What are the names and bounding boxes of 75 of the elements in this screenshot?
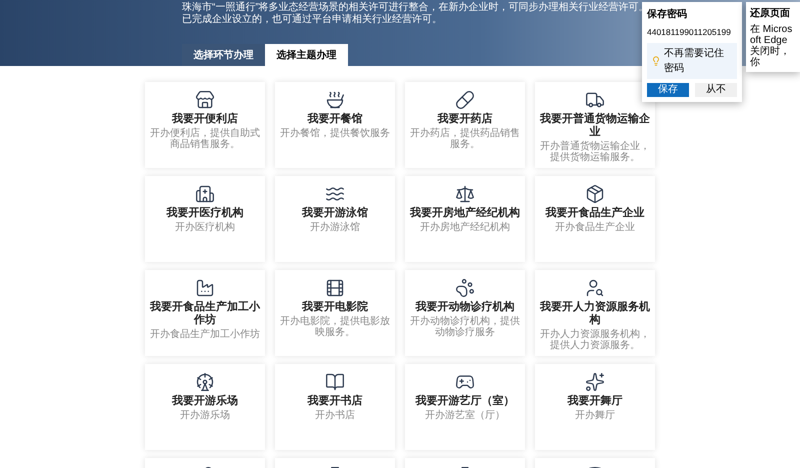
store-icon [195,90,215,110]
ferris-wheel-icon [195,372,215,392]
username-text: 440181199011205199 [647,26,732,39]
service-card[interactable]: 我要开医疗机构 开办医疗机构 [145,176,265,262]
hint-text: 不再需要记住密码 [664,46,725,76]
card-title: 我要开药店 [438,113,492,126]
bowl-icon [325,90,345,110]
popup-button[interactable]: 保存 [647,82,689,97]
popup-title: 还原页面 [750,6,791,21]
pill-icon [455,90,475,110]
card-title: 我要开普通货物运输企业 [539,113,651,139]
card-description: 开办普通货物运输企业，提供货物运输服务。 [539,141,651,163]
card-title: 我要开房地产经纪机构 [410,207,520,220]
card-description: 开办动物诊疗机构，提供动物诊疗服务 [409,316,521,338]
card-title: 我要开餐馆 [308,113,362,126]
card-description: 开办人力资源服务机构，提供人力资源服务。 [539,329,651,351]
card-title: 我要开食品生产企业 [546,207,644,220]
scale-icon [455,184,475,204]
popup-button[interactable]: 从不 [695,82,737,97]
card-description: 开办游泳馆 [310,222,360,233]
card-title: 我要开医疗机构 [166,207,244,220]
sparkles-icon [585,372,605,392]
hero-text: 已完成企业设立的，也可通过平台申请相关行业经营许可。 [182,14,443,26]
card-title: 我要开食品生产加工小作坊 [149,301,261,327]
card-description: 开办食品生产加工小作坊 [150,329,260,340]
service-card[interactable]: 我要开舞厅 开办舞厅 [535,364,655,450]
card-title: 我要开书店 [308,395,362,408]
lightbulb-icon [651,56,661,66]
hint-bar[interactable]: 不再需要记住密码 [647,42,737,79]
service-card[interactable]: 我要开游艺厅（室） 开办游艺室（厅） [405,364,525,450]
card-title: 我要开动物诊疗机构 [416,301,514,314]
service-card[interactable]: 我要开药店 开办药店，提供药品销售服务。 [405,82,525,168]
hospital-icon [195,184,215,204]
service-card[interactable]: 我要开动物诊疗机构 开办动物诊疗机构，提供动物诊疗服务 [405,270,525,356]
package-icon [585,184,605,204]
film-reel-icon [325,278,345,298]
tab[interactable]: 选择环节办理 [182,44,265,66]
card-title: 我要开电影院 [302,301,368,314]
factory-icon [195,278,215,298]
card-description: 开办房地产经纪机构 [420,222,510,233]
service-card[interactable]: 我要开便利店 开办便利店，提供自助式商品销售服务。 [145,82,265,168]
tab[interactable]: 选择主题办理 [265,44,348,66]
paw-icon [455,278,475,298]
service-card[interactable]: 我要开电影院 开办电影院，提供电影放映服务。 [275,270,395,356]
card-title: 我要开人力资源服务机构 [539,301,651,327]
service-card[interactable]: 我要开游乐场 开办游乐场 [145,364,265,450]
card-description: 开办食品生产企业 [555,222,635,233]
card-title: 我要开游泳馆 [302,207,368,220]
truck-icon [585,90,605,110]
card-title: 我要开游乐场 [172,395,238,408]
card-description: 开办游乐场 [180,410,230,421]
hero-text: 珠海市“一照通行”将多业态经营场景的相关许可进行整合，在新办企业时，可同步办理相关行业经营许可。 [182,2,649,13]
service-card[interactable]: 我要开人力资源服务机构 开办人力资源服务机构，提供人力资源服务。 [535,270,655,356]
service-card[interactable]: 我要开餐馆 开办餐馆，提供餐饮服务 [275,82,395,168]
popup-title: 保存密码 [647,8,688,22]
card-description: 开办电影院，提供电影放映服务。 [279,316,391,338]
book-icon [325,372,345,392]
card-description: 开办游艺室（厅） [425,410,505,421]
service-card[interactable]: 我要开食品生产加工小作坊 开办食品生产加工小作坊 [145,270,265,356]
popup-text: 在 Microsoft Edge 关闭时，你 [750,24,794,68]
service-card[interactable]: 我要开房地产经纪机构 开办房地产经纪机构 [405,176,525,262]
person-search-icon [585,278,605,298]
card-description: 开办便利店，提供自助式商品销售服务。 [149,128,261,150]
card-description: 开办舞厅 [575,410,615,421]
service-card[interactable]: 我要开书店 开办书店 [275,364,395,450]
service-card[interactable]: 我要开普通货物运输企业 开办普通货物运输企业，提供货物运输服务。 [535,82,655,168]
card-description: 开办医疗机构 [175,222,235,233]
card-title: 我要开游艺厅（室） [416,395,514,408]
card-description: 开办书店 [315,410,355,421]
service-card[interactable]: 我要开游泳馆 开办游泳馆 [275,176,395,262]
service-card[interactable]: 我要开食品生产企业 开办食品生产企业 [535,176,655,262]
card-title: 我要开便利店 [172,113,238,126]
card-description: 开办药店，提供药品销售服务。 [409,128,521,150]
card-title: 我要开舞厅 [568,395,622,408]
card-description: 开办餐馆，提供餐饮服务 [280,128,390,139]
